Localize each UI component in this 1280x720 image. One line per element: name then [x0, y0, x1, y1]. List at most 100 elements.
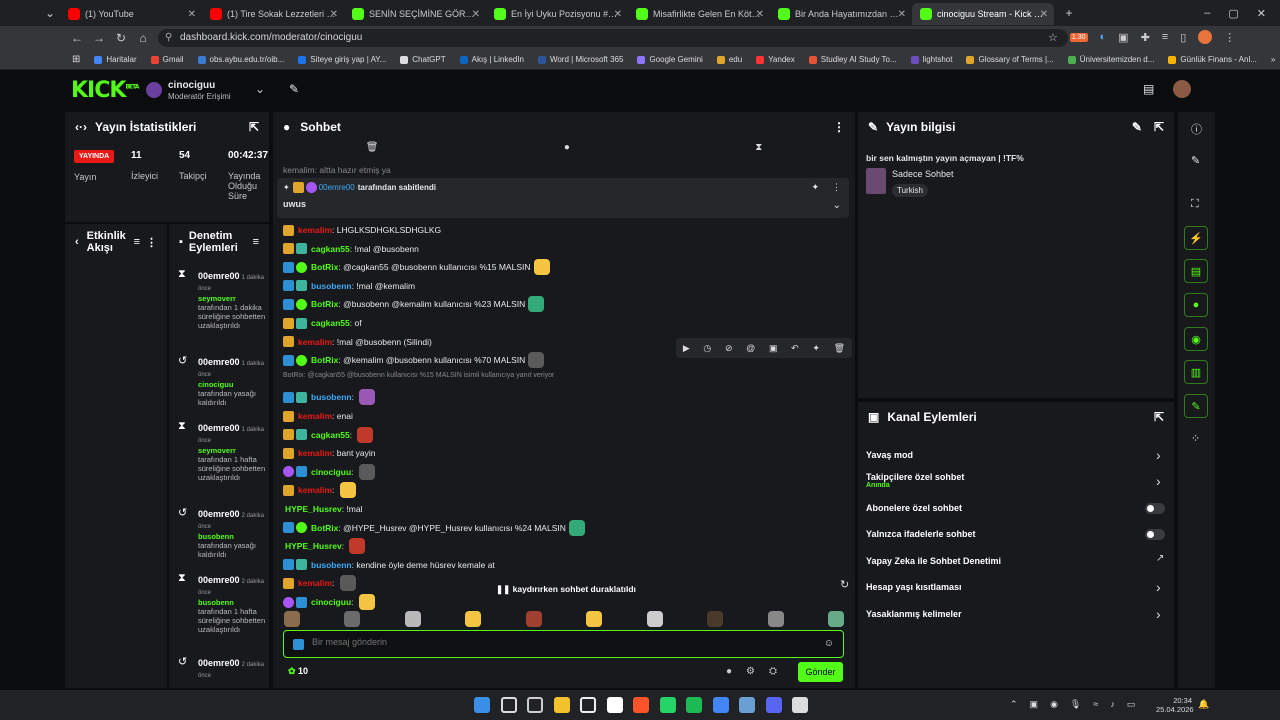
emoji-icon[interactable]: ☺ — [824, 638, 834, 649]
popout-icon[interactable]: ⇱ — [1154, 120, 1164, 134]
browser-tab[interactable]: En İyi Uyku Pozisyonu #1 - Tier✕ — [486, 3, 628, 25]
pin-icon[interactable]: ✦ — [812, 343, 820, 354]
chat-username[interactable]: kemalim — [298, 337, 332, 347]
browser-tab[interactable]: Bir Anda Hayatımızdan Çıkan A✕ — [770, 3, 912, 25]
theater-icon[interactable]: ▤ — [1143, 82, 1154, 96]
task-view-icon[interactable] — [527, 697, 543, 713]
timeout-icon[interactable]: ◷ — [703, 343, 711, 354]
wrench-icon[interactable]: ✎ — [289, 82, 299, 96]
new-tab-button[interactable]: + — [1058, 6, 1080, 20]
tab-search-icon[interactable]: ⌄ — [0, 6, 60, 20]
tray-app-icon[interactable]: ◉ — [1050, 699, 1058, 710]
emote-shortcut[interactable] — [404, 611, 421, 627]
apps-grid-icon[interactable]: ⊞ — [72, 54, 80, 65]
chat-message[interactable]: BotRix: @kemalim @busobenn kullanıcısı %… — [283, 352, 545, 369]
back-icon[interactable]: ← — [66, 31, 88, 45]
chat-bubble-icon[interactable]: ● — [564, 142, 570, 156]
extension-icon[interactable]: ▣ — [1118, 31, 1128, 44]
kick-logo[interactable]: KICKBETA — [71, 78, 139, 103]
emote-shortcut[interactable] — [465, 611, 482, 627]
browser-tab[interactable]: SENİN SEÇİMİNE GÖRE EN İYİ✕ — [344, 3, 486, 25]
edit-icon[interactable]: ✎ — [1132, 120, 1142, 134]
bookmark-item[interactable]: Glossary of Terms |... — [966, 55, 1054, 64]
chat-username[interactable]: cagkan55 — [311, 244, 350, 254]
url-input[interactable]: ⚲ dashboard.kick.com/moderator/cinociguu — [158, 29, 1068, 47]
extension-badge[interactable]: 1.30 — [1069, 32, 1088, 42]
popout-icon[interactable]: ⇱ — [249, 120, 259, 134]
close-tab-icon[interactable]: ✕ — [188, 9, 196, 20]
popout-icon[interactable]: ⇱ — [1154, 410, 1164, 424]
tray-app-icon[interactable]: ▣ — [1030, 699, 1039, 710]
chat-message[interactable]: cagkan55: of — [283, 315, 362, 331]
chat-message[interactable]: BotRix: @busobenn @kemalim kullanıcısı %… — [283, 296, 545, 313]
chat-username[interactable]: kemalim — [298, 578, 332, 588]
user-avatar[interactable] — [1173, 80, 1191, 98]
chevron-right-icon[interactable]: › — [1156, 473, 1161, 489]
volume-icon[interactable]: ♪ — [1110, 699, 1115, 710]
filter-icon[interactable]: ≡ — [253, 236, 259, 248]
chat-username[interactable]: busobenn — [311, 281, 352, 291]
chat-input-box[interactable]: ☺ — [283, 630, 844, 658]
chat-message[interactable]: cagkan55: !mal @busobenn — [283, 241, 419, 257]
close-tab-icon[interactable]: ✕ — [1040, 9, 1048, 20]
pencil-icon[interactable]: ✎ — [1191, 154, 1200, 167]
broadcast-icon[interactable]: ◉ — [1184, 327, 1208, 351]
chat-message[interactable]: kemalim: — [283, 482, 356, 499]
mod-tools-icon[interactable]: ⛭ — [769, 666, 777, 677]
chat-message[interactable]: busobenn: kendine öyle deme hüsrev kemal… — [283, 557, 495, 573]
tools-icon[interactable]: ✎ — [1184, 394, 1208, 418]
chat-message[interactable]: kemalim: — [283, 575, 356, 592]
chat-message[interactable]: kemalim: LHGLKSDHGKLSDHGLKG — [283, 222, 441, 238]
bookmark-item[interactable]: Yandex — [756, 55, 795, 64]
chat-username[interactable]: kemalim — [298, 411, 332, 421]
brave-icon[interactable] — [633, 697, 649, 713]
document-icon[interactable]: ▤ — [1184, 259, 1208, 283]
subs-only-toggle[interactable] — [1145, 503, 1165, 514]
obs-icon[interactable] — [792, 697, 808, 713]
chat-username[interactable]: kemalim — [298, 225, 332, 235]
expand-chevron-icon[interactable]: ⌄ — [833, 200, 841, 211]
chat-username[interactable]: HYPE_Husrev — [285, 504, 342, 514]
home-icon[interactable]: ⌂ — [132, 31, 154, 45]
chat-username[interactable]: kemalim — [298, 485, 332, 495]
close-tab-icon[interactable]: ✕ — [472, 9, 480, 20]
trash-icon[interactable]: 🗑 — [366, 142, 379, 156]
steam-icon[interactable] — [739, 697, 755, 713]
bookmark-item[interactable]: Google Gemini — [637, 55, 703, 64]
info-icon[interactable]: ⓘ — [1191, 121, 1202, 137]
browser-tab[interactable]: cinociguu Stream - Kick Dashb✕ — [912, 3, 1054, 25]
chat-message[interactable]: kemalim: enai — [283, 408, 353, 424]
reply-context[interactable]: BotRix: @cagkan55 @busobenn kullanıcısı … — [283, 371, 554, 381]
pinned-menu-icon[interactable]: ⋮ — [832, 182, 841, 193]
bookmark-item[interactable]: Word | Microsoft 365 — [537, 55, 623, 64]
notification-icon[interactable]: 🔔 — [1198, 699, 1209, 710]
banned-words-item[interactable]: Yasaklanmış kelimeler — [866, 609, 962, 619]
close-window-button[interactable]: ✕ — [1257, 7, 1266, 20]
maximize-button[interactable]: ▢ — [1228, 7, 1238, 20]
sidebar-icon[interactable]: ▯ — [1180, 31, 1186, 44]
minimize-button[interactable]: – — [1204, 7, 1210, 20]
discord-icon[interactable] — [765, 697, 782, 713]
chat-icon[interactable]: ● — [1184, 293, 1208, 317]
chat-username[interactable]: busobenn — [311, 560, 352, 570]
emote-shortcut[interactable] — [344, 611, 361, 627]
bookmark-item[interactable]: Haritalar — [94, 55, 137, 64]
browser-tab[interactable]: (1) YouTube ✕ — [60, 3, 202, 25]
spotify-icon[interactable] — [686, 697, 702, 713]
close-tab-icon[interactable]: ✕ — [614, 9, 622, 20]
bookmark-item[interactable]: Akış | LinkedIn — [459, 55, 524, 64]
mention-icon[interactable]: @ — [746, 343, 755, 353]
emote-shortcut[interactable] — [586, 611, 603, 627]
channel-points[interactable]: ✿ 10 — [288, 666, 308, 677]
pinned-message[interactable]: ✦ 00emre00 tarafından sabitlendi uwus ✦ ⋮ … — [277, 178, 849, 218]
expand-icon[interactable]: ⛶ — [1191, 198, 1199, 211]
clock[interactable]: 20:34 25.04.2026 — [1156, 696, 1194, 714]
close-tab-icon[interactable]: ✕ — [756, 9, 764, 20]
site-info-icon[interactable]: ⚲ — [165, 29, 172, 47]
channel-switch-chevron-icon[interactable]: ⌄ — [255, 82, 265, 96]
chat-username[interactable]: BotRix — [311, 262, 338, 272]
apps-icon[interactable]: ⁘ — [1191, 432, 1200, 445]
chevron-right-icon[interactable]: › — [1156, 579, 1161, 595]
layout-icon[interactable]: ▥ — [1184, 360, 1208, 384]
emote-shortcut[interactable] — [767, 611, 784, 627]
